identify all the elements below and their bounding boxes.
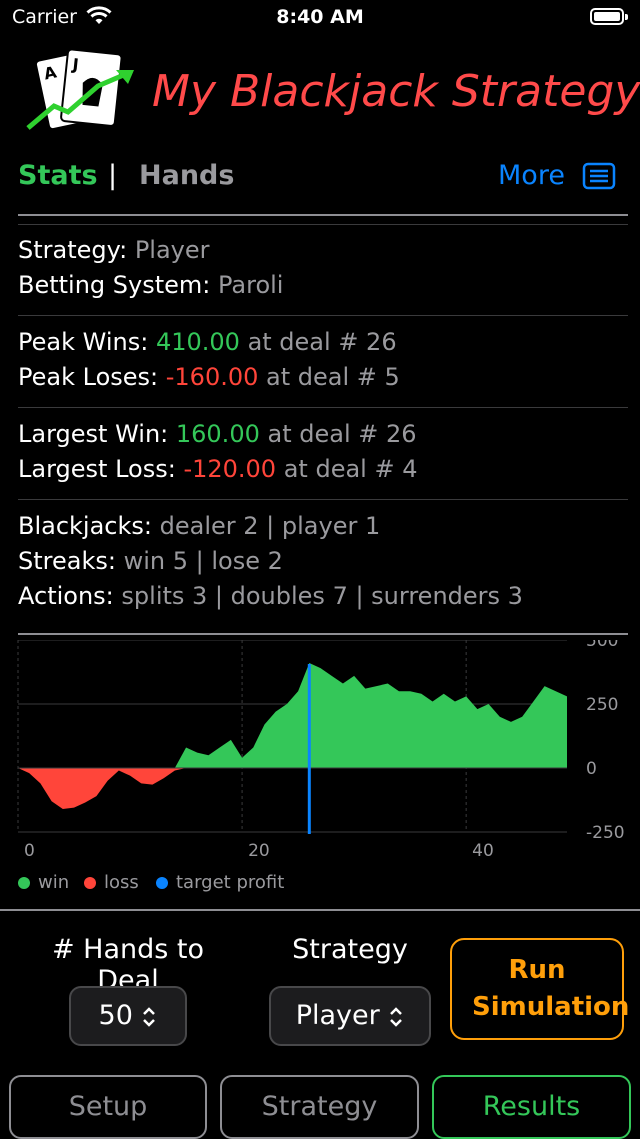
largest-win-row: Largest Win: 160.00 at deal # 26 — [18, 420, 417, 448]
blackjacks-row: Blackjacks: dealer 2 | player 1 — [18, 512, 380, 540]
chart-divider — [18, 633, 628, 635]
actions-label: Actions: — [18, 582, 114, 610]
y-tick-label: 250 — [586, 695, 618, 715]
peak-loses-deal: at deal # 5 — [266, 363, 400, 391]
controls-divider — [0, 909, 640, 911]
loss-area — [18, 768, 567, 809]
list-icon[interactable] — [582, 162, 616, 190]
y-tick-label: 500 — [586, 640, 618, 651]
clock: 8:40 AM — [276, 6, 364, 28]
legend-target-label: target profit — [176, 872, 285, 893]
strategy-picker-label: Strategy — [292, 934, 408, 965]
target-dot-icon — [156, 877, 168, 889]
battery-icon — [590, 8, 628, 25]
profit-chart: 500 250 0 -250 0 20 40 — [17, 640, 625, 861]
tab-separator: | — [108, 160, 118, 191]
betting-label: Betting System: — [18, 271, 211, 299]
section-divider — [18, 224, 628, 225]
streaks-row: Streaks: win 5 | lose 2 — [18, 547, 283, 575]
strategy-picker[interactable]: Player — [269, 986, 431, 1046]
streaks-value: win 5 | lose 2 — [123, 547, 283, 575]
legend-win-label: win — [38, 872, 70, 893]
run-simulation-label: Run Simulation — [472, 955, 630, 1022]
loss-dot-icon — [84, 877, 96, 889]
win-area — [18, 663, 567, 768]
peak-wins-value: 410.00 — [155, 328, 240, 356]
tab-setup[interactable]: Setup — [9, 1075, 207, 1139]
betting-row: Betting System: Paroli — [18, 271, 283, 299]
y-tick-label: -250 — [586, 823, 625, 843]
x-tick-label: 20 — [248, 841, 270, 861]
tabs-divider — [18, 214, 628, 216]
blackjack-cards-logo: A J — [26, 48, 134, 131]
legend-loss: loss — [84, 872, 139, 893]
largest-loss-value: -120.00 — [183, 455, 277, 483]
betting-value: Paroli — [218, 271, 284, 299]
section-divider — [18, 315, 628, 316]
legend-target: target profit — [156, 872, 284, 893]
streaks-label: Streaks: — [18, 547, 116, 575]
strategy-row: Strategy: Player — [18, 236, 210, 264]
peak-loses-value: -160.00 — [165, 363, 259, 391]
run-simulation-button[interactable]: Run Simulation — [450, 938, 630, 1040]
chevron-up-down-icon — [390, 1006, 403, 1027]
actions-row: Actions: splits 3 | doubles 7 | surrende… — [18, 582, 523, 610]
peak-loses-row: Peak Loses: -160.00 at deal # 5 — [18, 363, 400, 391]
largest-win-label: Largest Win: — [18, 420, 169, 448]
largest-loss-row: Largest Loss: -120.00 at deal # 4 — [18, 455, 417, 483]
tab-hands[interactable]: Hands — [139, 160, 234, 191]
blackjacks-value: dealer 2 | player 1 — [159, 512, 381, 540]
app-title: My Blackjack Strategy — [152, 66, 640, 117]
section-divider — [18, 499, 628, 500]
strategy-value: Player — [134, 236, 210, 264]
peak-loses-label: Peak Loses: — [18, 363, 159, 391]
tab-stats[interactable]: Stats — [18, 160, 98, 191]
hands-picker-value: 50 — [98, 1000, 133, 1031]
strategy-picker-value: Player — [295, 1000, 380, 1031]
largest-loss-label: Largest Loss: — [18, 455, 176, 483]
tab-results[interactable]: Results — [432, 1075, 631, 1139]
blackjacks-label: Blackjacks: — [18, 512, 152, 540]
hands-picker[interactable]: 50 — [69, 986, 187, 1046]
largest-loss-deal: at deal # 4 — [283, 455, 418, 483]
section-divider — [18, 407, 628, 408]
tab-strategy[interactable]: Strategy — [220, 1075, 419, 1139]
y-tick-label: 0 — [586, 759, 597, 779]
peak-wins-label: Peak Wins: — [18, 328, 149, 356]
win-dot-icon — [18, 877, 30, 889]
peak-wins-deal: at deal # 26 — [247, 328, 397, 356]
more-button[interactable]: More — [498, 160, 565, 191]
peak-wins-row: Peak Wins: 410.00 at deal # 26 — [18, 328, 397, 356]
largest-win-value: 160.00 — [175, 420, 260, 448]
actions-value: splits 3 | doubles 7 | surrenders 3 — [121, 582, 523, 610]
legend-win: win — [18, 872, 69, 893]
x-tick-label: 0 — [24, 841, 35, 861]
strategy-label: Strategy: — [18, 236, 128, 264]
largest-win-deal: at deal # 26 — [267, 420, 417, 448]
x-tick-label: 40 — [472, 841, 494, 861]
legend-loss-label: loss — [104, 872, 139, 893]
chevron-up-down-icon — [143, 1006, 156, 1027]
